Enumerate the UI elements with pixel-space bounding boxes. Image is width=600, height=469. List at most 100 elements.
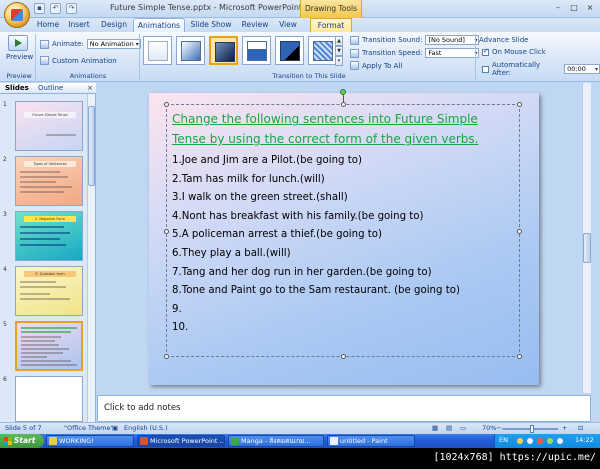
auto-after-checkbox[interactable] xyxy=(482,65,489,73)
save-icon[interactable]: ▪ xyxy=(34,3,45,14)
speed-icon xyxy=(350,48,359,58)
resize-handle[interactable] xyxy=(164,229,169,234)
slide-thumbnail-2[interactable]: 2 Types of Sentences xyxy=(3,156,87,208)
resize-handle[interactable] xyxy=(517,102,522,107)
tab-slide-show[interactable]: Slide Show xyxy=(188,18,234,32)
tab-design[interactable]: Design xyxy=(97,18,131,32)
tab-home[interactable]: Home xyxy=(32,18,64,32)
on-mouse-click-checkbox[interactable] xyxy=(482,47,489,56)
transition-sound-select[interactable]: [No Sound] xyxy=(425,35,480,45)
slide-thumbnail-3[interactable]: 3 2. Negative Form xyxy=(3,211,87,263)
task-browser[interactable]: Manga - สังคมคนเกม... xyxy=(228,435,324,447)
animate-select[interactable]: No Animation xyxy=(86,39,141,49)
slide-thumbnail-1[interactable]: 1 Future Simple Tense xyxy=(3,101,87,153)
auto-after-option[interactable]: Automatically After: 00:00 xyxy=(482,61,600,77)
tray-security-icon[interactable] xyxy=(557,438,563,444)
slideshow-view-icon[interactable]: ▭ xyxy=(460,424,466,432)
maximize-button[interactable]: □ xyxy=(568,3,580,13)
resize-handle[interactable] xyxy=(517,354,522,359)
content-textbox[interactable]: Change the following sentences into Futu… xyxy=(164,89,522,359)
group-separator xyxy=(475,34,476,80)
zoom-level[interactable]: 70% xyxy=(482,424,496,432)
zoom-slider-knob[interactable] xyxy=(530,425,534,433)
panel-tabs: Slides Outline × xyxy=(0,83,96,94)
transition-dissolve-icon xyxy=(313,41,333,61)
tray-volume-icon[interactable] xyxy=(547,438,553,444)
thumb-line xyxy=(21,336,61,338)
office-button[interactable] xyxy=(4,2,30,28)
custom-animation-icon xyxy=(40,56,49,65)
start-button[interactable]: Start xyxy=(0,434,44,448)
slide-thumb-title: Types of Sentences xyxy=(24,161,76,167)
quick-access-toolbar: ▪ ↶ ↷ xyxy=(34,3,77,14)
gallery-down-icon[interactable]: ▼ xyxy=(335,46,343,56)
task-paint[interactable]: untitled - Paint xyxy=(327,435,415,447)
tab-view[interactable]: View xyxy=(274,18,302,32)
slide-thumbnail-5[interactable]: 5 xyxy=(3,321,87,373)
animate-icon xyxy=(40,39,49,49)
input-language[interactable]: EN xyxy=(499,436,508,444)
transition-cut-black[interactable] xyxy=(275,36,304,65)
tab-slides[interactable]: Slides xyxy=(5,83,29,94)
redo-icon[interactable]: ↷ xyxy=(66,3,77,14)
tray-app-icon[interactable] xyxy=(537,438,543,444)
zoom-out-icon[interactable]: − xyxy=(496,424,501,432)
gallery-scroll: ▲ ▼ ▾ xyxy=(335,36,343,66)
auto-after-input[interactable]: 00:00 xyxy=(564,64,600,74)
close-button[interactable]: × xyxy=(584,3,596,13)
notes-pane[interactable]: Click to add notes xyxy=(97,395,591,422)
resize-handle[interactable] xyxy=(164,102,169,107)
sentence-line: 3.I walk on the green street.(shall) xyxy=(172,192,348,204)
thumb-line xyxy=(21,327,77,329)
thumb-line xyxy=(20,226,64,228)
rotation-handle[interactable] xyxy=(340,89,346,95)
gallery-up-icon[interactable]: ▲ xyxy=(335,36,343,46)
sorter-view-icon[interactable]: ▤ xyxy=(446,424,452,432)
thumb-line xyxy=(20,176,68,178)
panel-scrollbar[interactable] xyxy=(87,94,95,422)
resize-handle[interactable] xyxy=(517,229,522,234)
tray-network-icon[interactable] xyxy=(527,438,533,444)
fit-window-icon[interactable]: ⊡ xyxy=(578,424,583,432)
preview-button[interactable]: Preview xyxy=(6,35,33,61)
tab-insert[interactable]: Insert xyxy=(64,18,94,32)
tab-review[interactable]: Review xyxy=(238,18,272,32)
tab-format[interactable]: Format xyxy=(310,18,352,32)
transition-dissolve[interactable] xyxy=(308,36,337,65)
language[interactable]: English (U.S.) xyxy=(124,424,168,432)
task-label: untitled - Paint xyxy=(340,437,388,445)
editor-scrollbar[interactable] xyxy=(582,83,591,393)
slide-thumbnail-4[interactable]: 4 3. Question form xyxy=(3,266,87,318)
editor-scroll-thumb[interactable] xyxy=(583,233,591,263)
thumb-line xyxy=(20,286,66,288)
auto-after-label: Automatically After: xyxy=(491,61,541,77)
custom-animation-button[interactable]: Custom Animation xyxy=(40,56,117,65)
resize-handle[interactable] xyxy=(341,354,346,359)
on-mouse-click-option[interactable]: On Mouse Click xyxy=(482,47,546,56)
close-icon[interactable]: × xyxy=(87,83,93,94)
tray-warning-icon[interactable] xyxy=(517,438,523,444)
custom-animation-label: Custom Animation xyxy=(52,56,117,65)
resize-handle[interactable] xyxy=(164,354,169,359)
sound-icon xyxy=(350,35,359,45)
resize-handle[interactable] xyxy=(341,102,346,107)
apply-to-all-button[interactable]: Apply To All xyxy=(350,61,402,70)
task-working[interactable]: WORKING! xyxy=(46,435,134,447)
zoom-in-icon[interactable]: + xyxy=(562,424,567,432)
panel-scroll-thumb[interactable] xyxy=(88,106,95,186)
minimize-button[interactable]: – xyxy=(552,3,564,13)
animate-row: Animate: No Animation xyxy=(40,39,141,49)
transition-fade-black[interactable] xyxy=(209,36,238,65)
task-powerpoint[interactable]: Microsoft PowerPoint ... xyxy=(137,435,225,447)
slide-thumbnail-6[interactable]: 6 xyxy=(3,376,87,428)
normal-view-icon[interactable]: ▦ xyxy=(432,424,438,432)
transition-cut[interactable] xyxy=(242,36,271,65)
image-caption-bar: [1024x768] https://upic.me/ xyxy=(0,448,600,469)
transition-none[interactable] xyxy=(143,36,172,65)
undo-icon[interactable]: ↶ xyxy=(50,3,61,14)
tab-animations[interactable]: Animations xyxy=(133,18,185,33)
tab-outline[interactable]: Outline xyxy=(38,83,63,94)
transition-speed-select[interactable]: Fast xyxy=(425,48,480,58)
gallery-more-icon[interactable]: ▾ xyxy=(335,56,343,66)
transition-fade[interactable] xyxy=(176,36,205,65)
